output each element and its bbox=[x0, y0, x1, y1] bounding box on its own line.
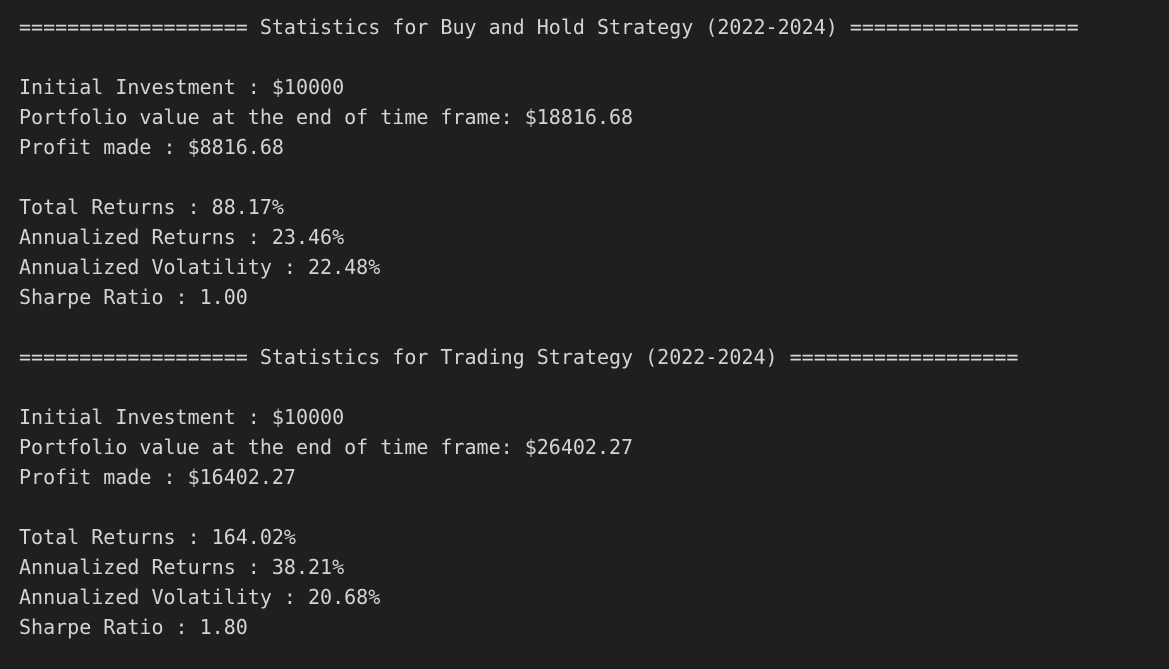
terminal-output: =================== Statistics for Buy a… bbox=[0, 0, 1169, 669]
buy-hold-total-returns: Total Returns : 88.17% bbox=[19, 195, 284, 219]
trading-sharpe-ratio: Sharpe Ratio : 1.80 bbox=[19, 615, 248, 639]
buy-hold-initial-investment: Initial Investment : $10000 bbox=[19, 75, 345, 99]
trading-initial-investment: Initial Investment : $10000 bbox=[19, 405, 345, 429]
trading-header: =================== Statistics for Tradi… bbox=[19, 345, 1019, 369]
trading-annualized-volatility: Annualized Volatility : 20.68% bbox=[19, 585, 381, 609]
buy-hold-profit: Profit made : $8816.68 bbox=[19, 135, 284, 159]
trading-profit: Profit made : $16402.27 bbox=[19, 465, 296, 489]
buy-hold-annualized-returns: Annualized Returns : 23.46% bbox=[19, 225, 345, 249]
buy-hold-annualized-volatility: Annualized Volatility : 22.48% bbox=[19, 255, 381, 279]
trading-annualized-returns: Annualized Returns : 38.21% bbox=[19, 555, 345, 579]
buy-hold-sharpe-ratio: Sharpe Ratio : 1.00 bbox=[19, 285, 248, 309]
buy-hold-header: =================== Statistics for Buy a… bbox=[19, 15, 1079, 39]
trading-portfolio-value: Portfolio value at the end of time frame… bbox=[19, 435, 634, 459]
trading-total-returns: Total Returns : 164.02% bbox=[19, 525, 296, 549]
buy-hold-portfolio-value: Portfolio value at the end of time frame… bbox=[19, 105, 634, 129]
